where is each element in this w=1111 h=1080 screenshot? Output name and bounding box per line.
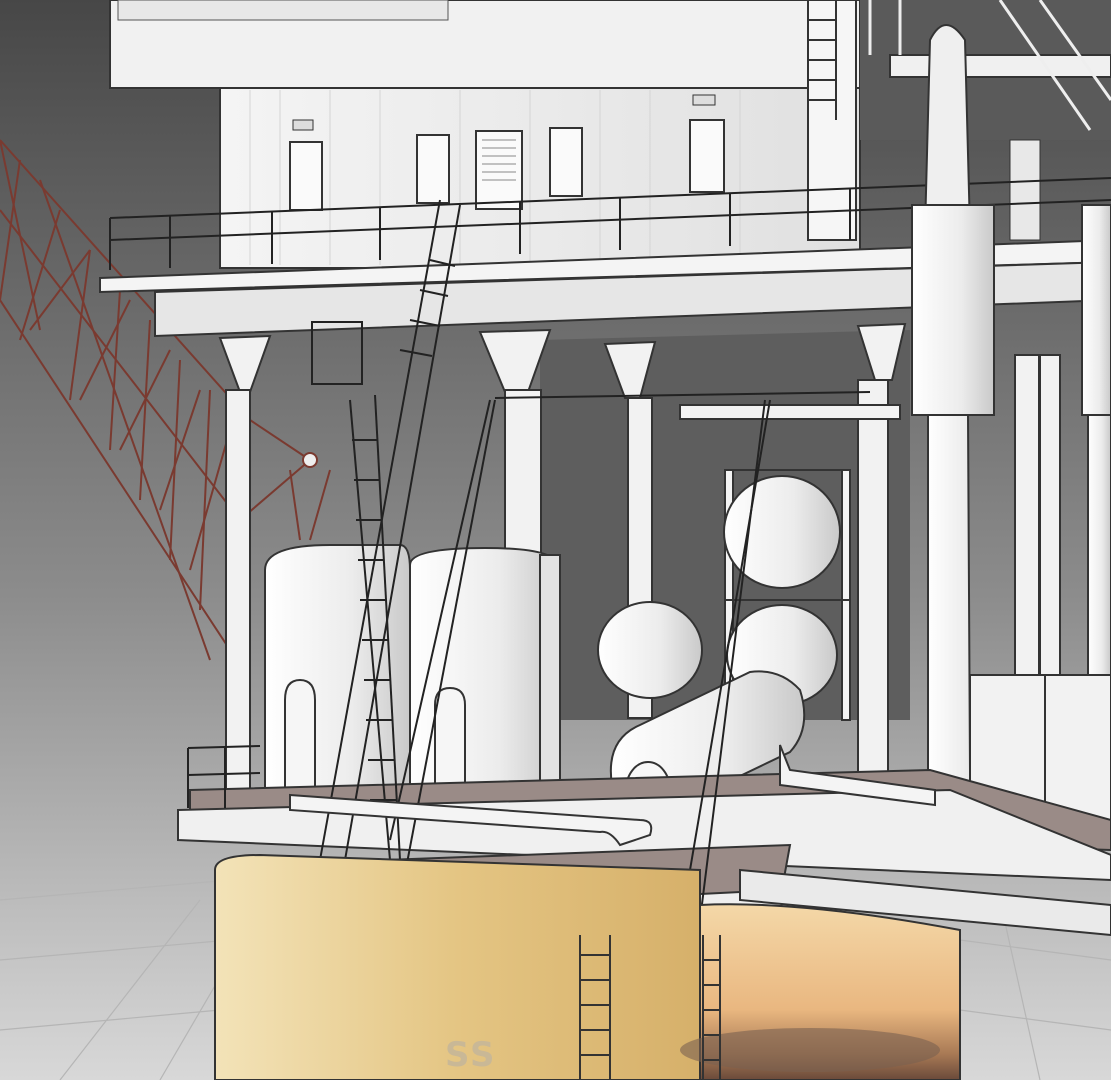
window: [689, 119, 725, 193]
upper-module: [109, 0, 861, 269]
window: [416, 134, 450, 204]
tank-label: SS: [445, 1035, 496, 1075]
window: [549, 127, 583, 197]
crane-sheave: [302, 452, 318, 468]
offshore-platform-render: SS: [0, 0, 1111, 1080]
window: [289, 141, 323, 211]
door-vent: [475, 130, 523, 210]
vertical-vessels: [264, 544, 561, 806]
